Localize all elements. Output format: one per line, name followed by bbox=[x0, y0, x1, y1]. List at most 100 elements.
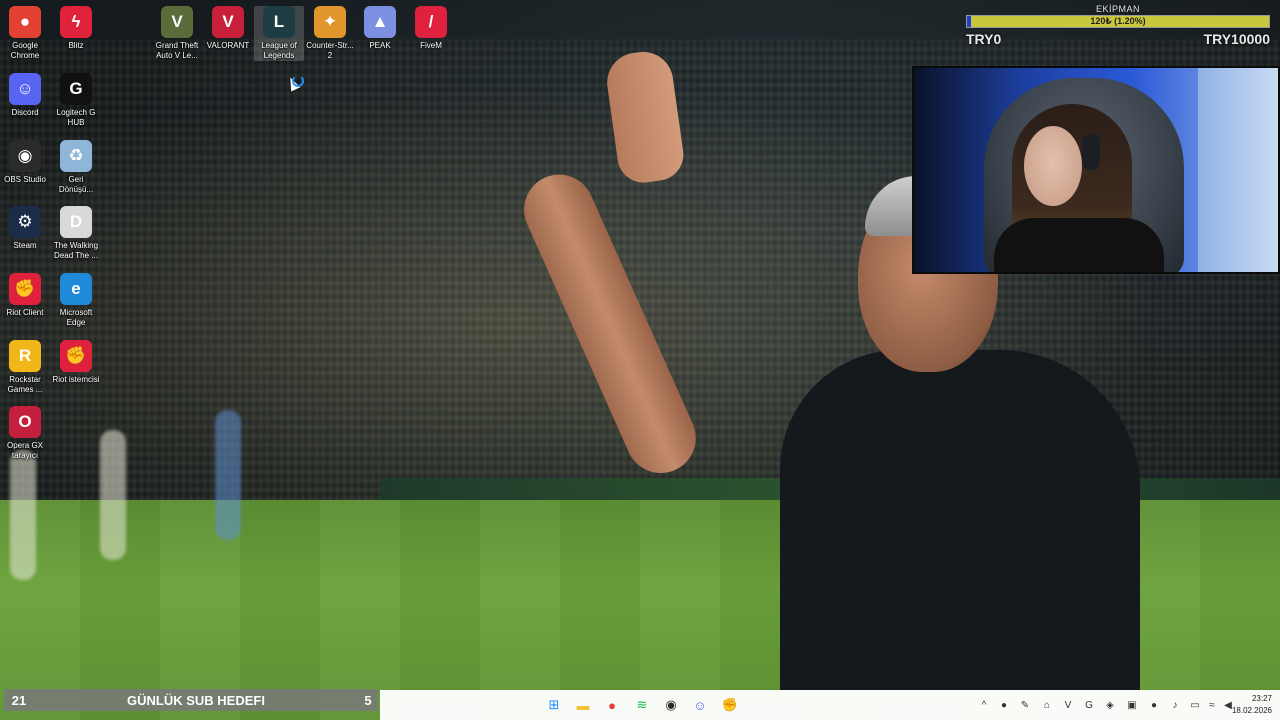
desktop-icon-label: Discord bbox=[11, 108, 39, 117]
tray-green-icon[interactable]: ● bbox=[997, 698, 1011, 712]
desktop-icon-label: Rockstar Games ... bbox=[7, 375, 43, 394]
riot-istemcisi-icon: ✊ bbox=[60, 340, 92, 372]
desktop-icon-label: The Walking Dead The ... bbox=[53, 241, 99, 260]
discord-icon: ☺ bbox=[9, 73, 41, 105]
sub-goal-widget: 21 GÜNLÜK SUB HEDEFI 5 bbox=[4, 689, 378, 711]
riot-client-icon: ✊ bbox=[9, 273, 41, 305]
file-explorer-icon[interactable]: ▬ bbox=[573, 695, 593, 715]
wallpaper-player bbox=[100, 430, 126, 560]
desktop-icon[interactable]: V VALORANT bbox=[203, 6, 253, 51]
tray-mic-icon[interactable]: ♪ bbox=[1168, 698, 1182, 712]
desktop-icon[interactable]: ♻ Geri Dönüşü... bbox=[51, 140, 101, 195]
blitz-icon: ϟ bbox=[60, 6, 92, 38]
tray-logitech-icon[interactable]: G bbox=[1082, 698, 1096, 712]
chrome-taskbar-icon[interactable]: ● bbox=[602, 695, 622, 715]
donation-goal-widget: EKİPMAN 120₺ (1.20%) TRY0 TRY10000 bbox=[966, 4, 1270, 48]
taskbar-clock[interactable]: 23:27 18.02.2026 bbox=[1232, 693, 1272, 717]
desktop-icon[interactable]: ✦ Counter-Str... 2 bbox=[305, 6, 355, 61]
desktop: ● Google Chrome ϟ Blitz V Grand Theft Auto V … bbox=[0, 0, 1280, 720]
steam-icon: ⚙ bbox=[9, 206, 41, 238]
busy-indicator-icon bbox=[292, 75, 304, 87]
desktop-icon-label: Steam bbox=[13, 241, 37, 250]
webcam-streamer-face bbox=[1024, 126, 1082, 206]
desktop-icon-label: Riot istemcisi bbox=[52, 375, 100, 384]
donation-min-label: TRY0 bbox=[966, 31, 1002, 47]
chrome-icon: ● bbox=[9, 6, 41, 38]
gta-icon: V bbox=[161, 6, 193, 38]
wallpaper-player bbox=[10, 450, 36, 580]
desktop-icon[interactable]: ◉ OBS Studio bbox=[0, 140, 50, 185]
desktop-icon-label: Riot Client bbox=[6, 308, 44, 317]
desktop-icon[interactable]: ✊ Riot Client bbox=[0, 273, 50, 318]
desktop-icon-label: Geri Dönüşü... bbox=[58, 175, 94, 194]
chevron-up-icon[interactable]: ^ bbox=[977, 698, 991, 712]
wallpaper-player bbox=[215, 410, 241, 540]
wallpaper-man-body bbox=[780, 350, 1140, 690]
desktop-icon-label: Blitz bbox=[68, 41, 84, 50]
desktop-icon[interactable]: R Rockstar Games ... bbox=[0, 340, 50, 395]
desktop-icon[interactable]: L League of Legends bbox=[254, 6, 304, 61]
webcam-headset bbox=[1082, 134, 1100, 170]
desktop-icon[interactable]: G Logitech G HUB bbox=[51, 73, 101, 128]
desktop-icon[interactable]: ⚙ Steam bbox=[0, 206, 50, 251]
tray-valorant-icon[interactable]: V bbox=[1061, 698, 1075, 712]
desktop-icon-label: Opera GX tarayıcı bbox=[6, 441, 43, 460]
discord-taskbar-icon[interactable]: ☺ bbox=[690, 695, 710, 715]
start-button[interactable]: ⊞ bbox=[544, 695, 564, 715]
desktop-icon[interactable]: D The Walking Dead The ... bbox=[51, 206, 101, 261]
desktop-icon[interactable]: V Grand Theft Auto V Le... bbox=[152, 6, 202, 61]
desktop-icon[interactable]: ϟ Blitz bbox=[51, 6, 101, 51]
desktop-icon-label: Microsoft Edge bbox=[59, 308, 93, 327]
desktop-icon-label: FiveM bbox=[420, 41, 442, 50]
donation-progress-text: 120₺ (1.20%) bbox=[1090, 16, 1146, 26]
donation-max-label: TRY10000 bbox=[1203, 31, 1270, 47]
rockstar-icon: R bbox=[9, 340, 41, 372]
desktop-icon[interactable]: / FiveM bbox=[406, 6, 456, 51]
desktop-icon[interactable]: ☺ Discord bbox=[0, 73, 50, 118]
riot-taskbar-icon[interactable]: ✊ bbox=[720, 695, 740, 715]
webcam-overlay bbox=[912, 66, 1280, 274]
desktop-icon-label: Grand Theft Auto V Le... bbox=[155, 41, 199, 60]
webcam-window-light bbox=[1198, 68, 1278, 272]
obs-icon: ◉ bbox=[9, 140, 41, 172]
fivem-icon: / bbox=[415, 6, 447, 38]
obs-taskbar-icon[interactable]: ◉ bbox=[661, 695, 681, 715]
sub-goal-title: GÜNLÜK SUB HEDEFI bbox=[127, 692, 265, 708]
logitech-icon: G bbox=[60, 73, 92, 105]
desktop-icon-label: Counter-Str... 2 bbox=[306, 41, 354, 60]
tray-pen-icon[interactable]: ✎ bbox=[1018, 698, 1032, 712]
spotify-icon[interactable]: ≋ bbox=[632, 695, 652, 715]
desktop-icon-label: PEAK bbox=[369, 41, 391, 50]
webcam-streamer-shirt bbox=[994, 218, 1164, 272]
tray-nvidia-icon[interactable]: ▣ bbox=[1125, 698, 1139, 712]
sub-goal-current: 21 bbox=[11, 692, 27, 708]
desktop-icon[interactable]: ● Google Chrome bbox=[0, 6, 50, 61]
clock-time: 23:27 bbox=[1251, 694, 1272, 703]
desktop-icon-label: VALORANT bbox=[206, 41, 250, 50]
tray-shield-icon[interactable]: ◈ bbox=[1103, 698, 1117, 712]
opera-gx-icon: O bbox=[9, 406, 41, 438]
donation-progress-bar: 120₺ (1.20%) bbox=[966, 15, 1270, 28]
tray-record-icon[interactable]: ● bbox=[1147, 698, 1161, 712]
edge-icon: e bbox=[60, 273, 92, 305]
desktop-icon-label: League of Legends bbox=[261, 41, 297, 60]
desktop-icon-label: Google Chrome bbox=[10, 41, 40, 60]
tray-gamepad-icon[interactable]: ⌂ bbox=[1040, 698, 1054, 712]
desktop-icon-label: Logitech G HUB bbox=[56, 108, 96, 127]
desktop-icon[interactable]: ✊ Riot istemcisi bbox=[51, 340, 101, 385]
desktop-icon[interactable]: e Microsoft Edge bbox=[51, 273, 101, 328]
desktop-icon-label: OBS Studio bbox=[4, 175, 46, 184]
league-icon: L bbox=[263, 6, 295, 38]
valorant-icon: V bbox=[212, 6, 244, 38]
taskbar: ⊞ ▬ ● ≋ ◉ ☺ ✊ ^ ● ✎ ⌂ V G ◈ ▣ ● ♪ ▭ ≈ ◀ 23:27 18.02.2026 bbox=[380, 690, 1280, 720]
desktop-icon[interactable]: O Opera GX tarayıcı bbox=[0, 406, 50, 461]
desktop-icon[interactable]: ▲ PEAK bbox=[355, 6, 405, 51]
counter-strike-icon: ✦ bbox=[314, 6, 346, 38]
tray-wifi-icon[interactable]: ≈ bbox=[1205, 698, 1219, 712]
clock-date: 18.02.2026 bbox=[1231, 706, 1272, 715]
donation-title: EKİPMAN bbox=[1095, 4, 1140, 14]
recycle-bin-icon: ♻ bbox=[60, 140, 92, 172]
walking-dead-icon: D bbox=[60, 206, 92, 238]
tray-network-icon[interactable]: ▭ bbox=[1188, 698, 1202, 712]
sub-goal-target: 5 bbox=[364, 692, 372, 708]
